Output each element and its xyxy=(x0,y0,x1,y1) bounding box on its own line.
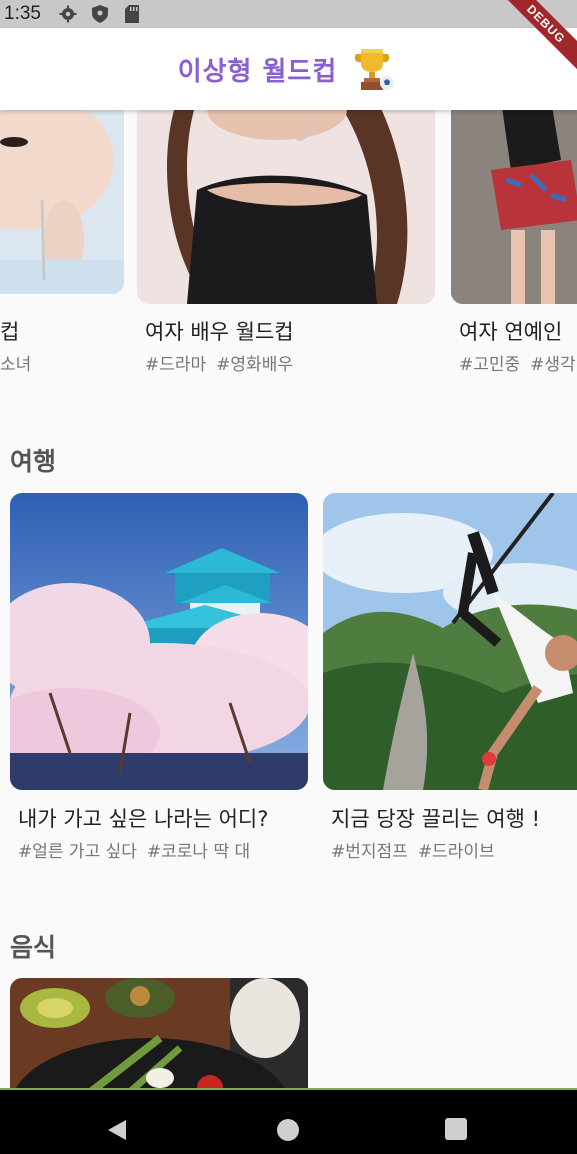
worldcup-card[interactable]: 컵 소녀 xyxy=(0,110,124,380)
card-thumbnail xyxy=(0,110,124,294)
status-bar: 1:35 xyxy=(0,0,577,28)
tag: #드라마 xyxy=(145,355,207,375)
card-thumbnail xyxy=(10,978,308,1088)
app-bar: 이상형 월드컵 xyxy=(0,28,577,110)
recents-icon[interactable] xyxy=(445,1118,467,1140)
worldcup-card[interactable]: 내가 가고 싶은 나라는 어디? #얼른 가고 싶다 #코로나 딱 대 xyxy=(10,493,308,863)
worldcup-card[interactable]: 여자 연예인 #고민중 #생각 xyxy=(451,110,577,380)
card-title: 여자 연예인 xyxy=(459,320,563,344)
card-thumbnail xyxy=(10,493,308,790)
card-tags: #번지점프 #드라이브 xyxy=(331,837,495,862)
tag: #번지점프 xyxy=(331,842,408,862)
system-nav-bar xyxy=(0,1088,577,1154)
card-thumbnail xyxy=(451,110,577,304)
portrait-image xyxy=(0,110,124,294)
home-icon[interactable] xyxy=(276,1118,300,1142)
card-title: 지금 당장 끌리는 여행 ! xyxy=(331,807,540,831)
tag: #코로나 딱 대 xyxy=(146,842,251,862)
castle-cherry-blossom-image xyxy=(10,493,308,790)
tag: #얼른 가고 싶다 xyxy=(18,842,137,862)
card-tags: #얼른 가고 싶다 #코로나 딱 대 xyxy=(18,837,250,862)
back-icon[interactable] xyxy=(106,1118,128,1142)
tag: #생각 xyxy=(530,355,576,375)
tag: 소녀 xyxy=(0,355,32,375)
section-title-food: 음식 xyxy=(10,933,57,962)
page-title: 이상형 월드컵 xyxy=(177,56,338,87)
food-image xyxy=(10,978,308,1088)
card-thumbnail xyxy=(323,493,577,790)
status-time: 1:35 xyxy=(4,3,41,24)
zipline-image xyxy=(323,493,577,790)
tag: #영화배우 xyxy=(216,355,293,375)
card-title: 여자 배우 월드컵 xyxy=(145,320,294,344)
shield-icon xyxy=(91,5,109,23)
card-tags: #고민중 #생각 xyxy=(459,350,576,375)
tag: #고민중 xyxy=(459,355,521,375)
app-screen: 1:35 DEBUG 이상형 월드컵 컵 소녀 여자 배우 월드컵 #드라마 #… xyxy=(0,0,577,1154)
trophy-icon xyxy=(355,49,395,90)
tag: #드라이브 xyxy=(417,842,495,862)
portrait-image xyxy=(451,110,577,304)
content-scroll[interactable]: 컵 소녀 여자 배우 월드컵 #드라마 #영화배우 여자 연예인 #고민중 #생… xyxy=(0,110,577,1088)
sd-card-icon xyxy=(123,5,141,23)
card-tags: #드라마 #영화배우 xyxy=(145,350,293,375)
card-title: 컵 xyxy=(0,320,20,344)
worldcup-card[interactable]: 여자 배우 월드컵 #드라마 #영화배우 xyxy=(137,110,437,380)
portrait-image xyxy=(137,110,435,304)
gear-icon xyxy=(59,5,77,23)
card-thumbnail xyxy=(137,110,435,304)
section-title-travel: 여행 xyxy=(10,447,57,476)
worldcup-card[interactable] xyxy=(10,978,308,1088)
card-tags: 소녀 xyxy=(0,350,31,375)
worldcup-card[interactable]: 지금 당장 끌리는 여행 ! #번지점프 #드라이브 xyxy=(323,493,577,863)
card-title: 내가 가고 싶은 나라는 어디? xyxy=(18,807,269,831)
